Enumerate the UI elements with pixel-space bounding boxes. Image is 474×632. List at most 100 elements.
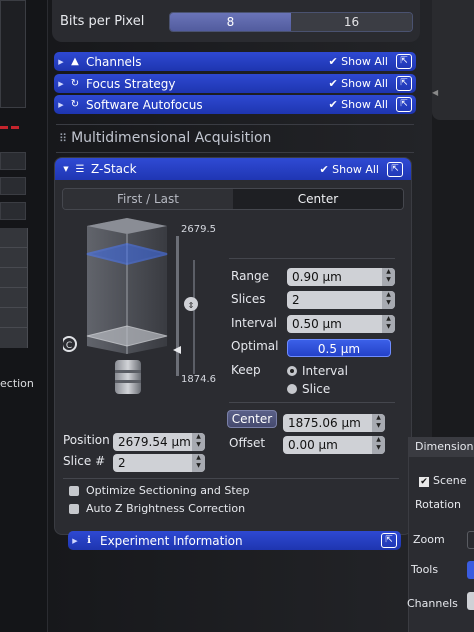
zstack-header[interactable]: ▼ ☰ Z-Stack ✔ Show All ⇱ [55,158,411,180]
collapse-arrow-icon[interactable]: ▼ [59,165,73,173]
left-window-edge: ection [0,0,47,632]
popout-icon[interactable]: ⇱ [396,76,412,91]
expand-arrow-icon[interactable]: ▶ [54,58,68,66]
divider [229,258,395,259]
show-all-label: Show All [341,98,388,111]
left-window-list [0,228,28,348]
auto-z-brightness-checkbox[interactable]: Auto Z Brightness Correction [69,502,245,515]
popout-icon[interactable]: ⇱ [381,533,397,548]
divider [63,478,399,479]
dimensions-title[interactable]: Dimensions [409,437,474,457]
slices-stepper[interactable]: ▲ ▼ [382,291,395,309]
channels-icon: ▲ [71,56,79,67]
position-stepper[interactable]: ▲ ▼ [192,433,205,451]
center-stepper[interactable]: ▲ ▼ [372,414,385,432]
slice-number-input[interactable]: 2 ▲ ▼ [113,454,205,472]
range-input[interactable]: 0.90 µm ▲ ▼ [287,268,395,286]
offset-stepper[interactable]: ▲ ▼ [372,436,385,454]
bits-option-16[interactable]: 16 [291,13,412,31]
interval-value: 0.50 µm [292,317,342,331]
slice-number-value: 2 [118,456,126,470]
position-value: 2679.54 µm [118,435,191,449]
popout-icon[interactable]: ⇱ [387,161,403,177]
expand-arrow-icon[interactable]: ▶ [68,537,82,545]
keep-slice-radio[interactable]: Slice [287,382,330,396]
tab-center[interactable]: Center [233,189,403,209]
bits-option-8[interactable]: 8 [170,13,291,31]
center-button[interactable]: Center [227,410,277,428]
section-title: ⠿ Multidimensional Acquisition [59,130,271,146]
center-position-input[interactable]: 1875.06 µm ▲ ▼ [283,414,385,432]
radio-unselected-icon [287,384,297,394]
red-marker [11,126,19,129]
left-window-block [0,202,26,220]
popout-icon[interactable]: ⇱ [396,54,412,69]
rotation-label: Rotation [415,498,462,511]
offset-value: 0.00 µm [288,438,338,452]
channels-control[interactable] [467,592,474,610]
optimal-button[interactable]: 0.5 µm [287,339,391,357]
show-all-toggle[interactable]: ✔ Show All [328,55,388,68]
bits-per-pixel-selector[interactable]: 8 16 [169,12,413,32]
software-autofocus-icon: ↻ [70,99,80,110]
offset-input[interactable]: 0.00 µm ▲ ▼ [283,436,385,454]
zoom-control[interactable] [467,531,474,549]
info-icon: ℹ [87,535,91,546]
left-window-block [0,177,26,195]
experiment-information-bar[interactable]: ▶ ℹ Experiment Information ⇱ [68,531,401,550]
keep-slice-label: Slice [302,382,331,396]
software-autofocus-bar[interactable]: ▶ ↻ Software Autofocus ✔ Show All ⇱ [54,95,416,114]
focus-strategy-label: Focus Strategy [86,76,176,91]
bits-per-pixel-label: Bits per Pixel [60,14,145,29]
optimize-sectioning-label: Optimize Sectioning and Step [86,484,250,497]
keep-label: Keep [231,363,261,377]
expand-arrow-icon[interactable]: ▶ [54,80,68,88]
zstack-visualization[interactable]: ⇕ C 2679.5 1874.6 [61,214,229,414]
popout-icon[interactable]: ⇱ [396,97,412,112]
show-all-toggle[interactable]: ✔ Show All [328,98,388,111]
channels-bar[interactable]: ▶ ▲ Channels ✔ Show All ⇱ [54,52,416,71]
keep-interval-label: Interval [302,364,348,378]
zstack-mode-tabs[interactable]: First / Last Center [62,188,404,210]
position-input[interactable]: 2679.54 µm ▲ ▼ [113,433,205,451]
range-label: Range [231,269,270,283]
zstack-top-value: 2679.5 [181,224,216,235]
svg-text:⇕: ⇕ [188,301,195,310]
software-autofocus-label: Software Autofocus [86,97,203,112]
focus-strategy-bar[interactable]: ▶ ↻ Focus Strategy ✔ Show All ⇱ [54,74,416,93]
tools-control[interactable] [467,561,474,579]
channels-dim-label: Channels [407,597,458,610]
dimensions-panel: Dimensions ✔ Scene Rotation Zoom Tools Ch… [407,437,474,632]
channels-label: Channels [86,54,142,69]
range-stepper[interactable]: ▲ ▼ [382,268,395,286]
right-panel-top [432,0,474,120]
collapse-handle-icon[interactable]: ◀ [432,88,438,97]
slices-value: 2 [292,293,300,307]
acquisition-panel: Bits per Pixel 8 16 ▶ ▲ Channels ✔ Show … [47,0,432,632]
slice-number-stepper[interactable]: ▲ ▼ [192,454,205,472]
divider [229,402,395,403]
keep-interval-radio[interactable]: Interval [287,364,348,378]
zstack-panel: ▼ ☰ Z-Stack ✔ Show All ⇱ First / Last Ce… [54,157,412,535]
show-all-label: Show All [341,77,388,90]
checkbox-icon [69,485,79,496]
zoom-label: Zoom [413,533,445,546]
expand-arrow-icon[interactable]: ▶ [54,101,68,109]
show-all-toggle[interactable]: ✔ Show All [328,77,388,90]
interval-input[interactable]: 0.50 µm ▲ ▼ [287,315,395,333]
tools-label: Tools [411,563,439,576]
interval-label: Interval [231,316,277,330]
focus-strategy-icon: ↻ [70,78,80,89]
slices-input[interactable]: 2 ▲ ▼ [287,291,395,309]
scene-checkbox[interactable]: ✔ Scene [419,474,467,487]
optimize-sectioning-checkbox[interactable]: Optimize Sectioning and Step [69,484,249,497]
show-all-toggle[interactable]: ✔ Show All [319,163,379,176]
interval-stepper[interactable]: ▲ ▼ [382,315,395,333]
svg-text:C: C [66,341,72,351]
left-window-block [0,152,26,170]
checkbox-icon [69,503,79,514]
show-all-label: Show All [332,162,379,176]
slices-label: Slices [231,292,266,306]
tab-first-last[interactable]: First / Last [63,189,233,209]
bits-per-pixel-row: Bits per Pixel 8 16 [52,0,420,42]
